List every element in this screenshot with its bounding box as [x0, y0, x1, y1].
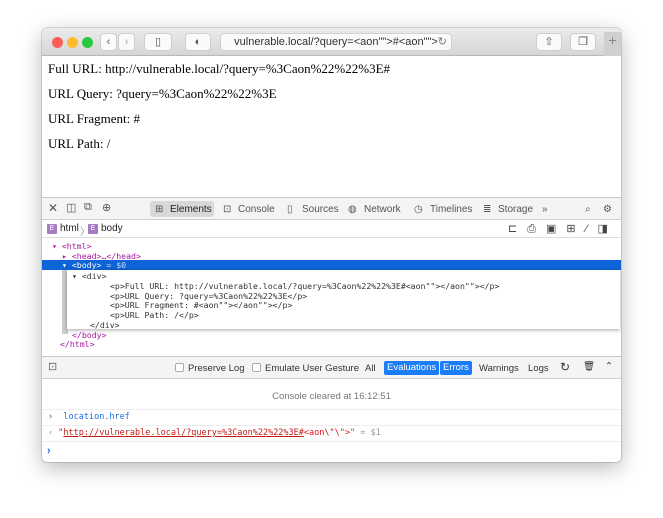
- gear-icon[interactable]: ⚙: [603, 204, 612, 215]
- console-toolbar: ⊡ Preserve Log Emulate User Gesture All …: [42, 356, 621, 379]
- selected-node-highlight: [42, 260, 621, 270]
- forward-button[interactable]: ›: [118, 33, 135, 51]
- preserve-log-checkbox[interactable]: [175, 363, 184, 372]
- undock-icon[interactable]: ⧉: [84, 201, 92, 214]
- crosshair-icon[interactable]: ⊕: [102, 201, 111, 214]
- console-icon: ⊡: [223, 204, 232, 215]
- dom-node-p[interactable]: <p>URL Path: /</p>: [110, 310, 199, 320]
- chevron-up-icon[interactable]: ⌃: [605, 361, 613, 372]
- dom-tree: ▾ <html> ▸ <head>…</head> ▾ <body> = $0 …: [42, 238, 621, 356]
- url-fragment-text: URL Fragment: #: [48, 111, 140, 126]
- console-cleared-message: Console cleared at 16:12:51: [272, 391, 391, 402]
- emulate-gesture-checkbox[interactable]: [252, 363, 261, 372]
- element-toolbar-icons[interactable]: ⊏⎙▣⊞⁄◨: [508, 222, 618, 236]
- filter-evaluations[interactable]: Evaluations: [384, 361, 440, 375]
- result-link[interactable]: http://vulnerable.local/?query=%3Caon%22…: [63, 428, 304, 438]
- tab-elements[interactable]: Elements: [170, 204, 212, 215]
- dom-node-div-close: </div>: [90, 320, 120, 330]
- preserve-log-label: Preserve Log: [188, 363, 245, 374]
- tabs-overview-icon[interactable]: ❐: [570, 33, 596, 51]
- dom-node-div[interactable]: ▾ <div>: [72, 271, 107, 281]
- console-result-entry: ‹ "http://vulnerable.local/?query=%3Caon…: [48, 428, 381, 438]
- dock-icon[interactable]: ◫: [66, 201, 76, 214]
- sidebar-icon[interactable]: ▯: [144, 33, 172, 51]
- dom-node-p[interactable]: <p>Full URL: http://vulnerable.local/?qu…: [110, 281, 499, 291]
- tab-timelines[interactable]: Timelines: [430, 204, 472, 215]
- devtools-tab-bar: ✕ ◫ ⧉ ⊕ ⊞ Elements ⊡ Console ▯ Sources ◍…: [42, 197, 621, 220]
- console-input-entry: › location.href: [48, 412, 130, 422]
- console-drawer-icon[interactable]: ⊡: [48, 360, 57, 373]
- dom-node-html[interactable]: ▾ <html>: [52, 241, 91, 251]
- tab-console[interactable]: Console: [238, 204, 275, 215]
- title-bar: ‹ › ▯ ◐ vulnerable.local/?query=<aon"">#…: [42, 28, 621, 56]
- dom-node-html-close: </html>: [60, 339, 95, 349]
- share-icon[interactable]: ⇧: [536, 33, 562, 51]
- trash-icon[interactable]: 🗑: [583, 361, 595, 372]
- close-window-button[interactable]: [52, 37, 63, 48]
- element-icon: E: [88, 224, 98, 234]
- zoom-window-button[interactable]: [82, 37, 93, 48]
- tab-storage[interactable]: Storage: [498, 204, 533, 215]
- timelines-icon: ◷: [414, 204, 423, 215]
- shield-icon[interactable]: ◐: [185, 33, 211, 51]
- dom-node-body[interactable]: ▾ <body> = $0: [62, 260, 126, 270]
- browser-window: ‹ › ▯ ◐ vulnerable.local/?query=<aon"">#…: [42, 28, 621, 462]
- breadcrumb: E html 〉 E body ⊏⎙▣⊞⁄◨: [42, 220, 621, 238]
- emulate-gesture-label: Emulate User Gesture: [265, 363, 359, 374]
- address-bar[interactable]: vulnerable.local/?query=<aon"">#<aon""> ↻: [220, 33, 452, 51]
- filter-logs[interactable]: Logs: [528, 363, 549, 374]
- new-tab-button[interactable]: +: [604, 32, 621, 56]
- filter-errors[interactable]: Errors: [440, 361, 472, 375]
- url-path-text: URL Path: /: [48, 136, 111, 151]
- dom-node-p[interactable]: <p>URL Fragment: #<aon""></aon""></p>: [110, 300, 292, 310]
- reload-icon[interactable]: ↻: [438, 34, 447, 51]
- sources-icon: ▯: [287, 204, 293, 215]
- console-prompt-input[interactable]: ›: [47, 445, 51, 457]
- storage-icon: ≣: [483, 204, 492, 215]
- network-icon: ◍: [348, 204, 357, 215]
- reload-icon[interactable]: ↻: [560, 360, 570, 374]
- full-url-text: Full URL: http://vulnerable.local/?query…: [48, 61, 391, 76]
- back-button[interactable]: ‹: [100, 33, 117, 51]
- elements-icon: ⊞: [155, 204, 164, 215]
- tab-sources[interactable]: Sources: [302, 204, 339, 215]
- breadcrumb-body[interactable]: body: [101, 223, 123, 234]
- url-query-text: URL Query: ?query=%3Caon%22%22%3E: [48, 86, 277, 101]
- filter-warnings[interactable]: Warnings: [479, 363, 519, 374]
- console-log: Console cleared at 16:12:51 › location.h…: [42, 379, 621, 462]
- filter-all[interactable]: All: [365, 363, 376, 374]
- page-content: Full URL: http://vulnerable.local/?query…: [42, 56, 621, 197]
- more-tabs-button[interactable]: »: [542, 204, 548, 215]
- search-icon[interactable]: ⌕: [585, 204, 591, 215]
- minimize-window-button[interactable]: [67, 37, 78, 48]
- element-icon: E: [47, 224, 57, 234]
- tab-network[interactable]: Network: [364, 204, 401, 215]
- breadcrumb-html[interactable]: html: [60, 223, 79, 234]
- prompt-icon: ›: [48, 412, 54, 422]
- close-icon[interactable]: ✕: [48, 201, 58, 215]
